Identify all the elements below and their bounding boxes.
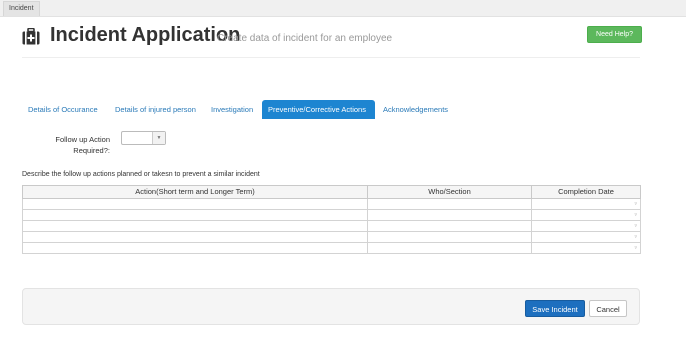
calendar-icon[interactable]: ▿ xyxy=(634,245,640,251)
calendar-icon[interactable]: ▿ xyxy=(634,234,640,240)
action-cell[interactable] xyxy=(22,231,368,243)
first-aid-kit-icon xyxy=(22,28,40,45)
calendar-icon[interactable]: ▿ xyxy=(634,223,640,229)
column-header-completion-date: Completion Date xyxy=(531,185,641,199)
need-help-button[interactable]: Need Help? xyxy=(587,26,642,43)
tab-preventive-corrective-actions[interactable]: Preventive/Corrective Actions xyxy=(262,100,375,119)
table-row: ▿ xyxy=(22,209,641,221)
action-cell[interactable] xyxy=(22,209,368,221)
completion-date-cell[interactable]: ▿ xyxy=(531,198,641,210)
who-section-cell[interactable] xyxy=(367,231,532,243)
completion-date-cell[interactable]: ▿ xyxy=(531,242,641,254)
table-header-row: Action(Short term and Longer Term) Who/S… xyxy=(22,185,641,199)
completion-date-cell[interactable]: ▿ xyxy=(531,220,641,232)
chevron-down-icon: ▼ xyxy=(152,132,165,144)
calendar-icon[interactable]: ▿ xyxy=(634,212,640,218)
tab-acknowledgements[interactable]: Acknowledgements xyxy=(377,100,454,119)
who-section-cell[interactable] xyxy=(367,242,532,254)
who-section-cell[interactable] xyxy=(367,209,532,221)
who-section-cell[interactable] xyxy=(367,198,532,210)
tab-details-of-injured-person[interactable]: Details of injured person xyxy=(109,100,202,119)
column-header-action: Action(Short term and Longer Term) xyxy=(22,185,368,199)
action-cell[interactable] xyxy=(22,198,368,210)
header-divider xyxy=(22,57,640,58)
table-row: ▿ xyxy=(22,242,641,254)
describe-actions-text: Describe the follow up actions planned o… xyxy=(22,171,260,178)
action-cell[interactable] xyxy=(22,220,368,232)
completion-date-cell[interactable]: ▿ xyxy=(531,209,641,221)
completion-date-cell[interactable]: ▿ xyxy=(531,231,641,243)
top-nav-bar: Incident xyxy=(0,0,686,17)
column-header-who-section: Who/Section xyxy=(367,185,532,199)
cancel-button[interactable]: Cancel xyxy=(589,300,627,317)
breadcrumb-incident[interactable]: Incident xyxy=(3,1,40,16)
page-subtitle: Create data of incident for an employee xyxy=(217,33,393,44)
tab-details-of-occurance[interactable]: Details of Occurance xyxy=(22,100,104,119)
actions-table: Action(Short term and Longer Term) Who/S… xyxy=(22,185,641,254)
table-row: ▿ xyxy=(22,231,641,243)
who-section-cell[interactable] xyxy=(367,220,532,232)
followup-action-label: Follow up Action Required?: xyxy=(55,135,110,155)
table-row: ▿ xyxy=(22,198,641,210)
tab-investigation[interactable]: Investigation xyxy=(205,100,259,119)
page-title: Incident Application xyxy=(50,24,241,46)
action-cell[interactable] xyxy=(22,242,368,254)
followup-action-select[interactable]: ▼ xyxy=(121,131,166,145)
calendar-icon[interactable]: ▿ xyxy=(634,201,640,207)
table-row: ▿ xyxy=(22,220,641,232)
save-incident-button[interactable]: Save Incident xyxy=(525,300,585,317)
